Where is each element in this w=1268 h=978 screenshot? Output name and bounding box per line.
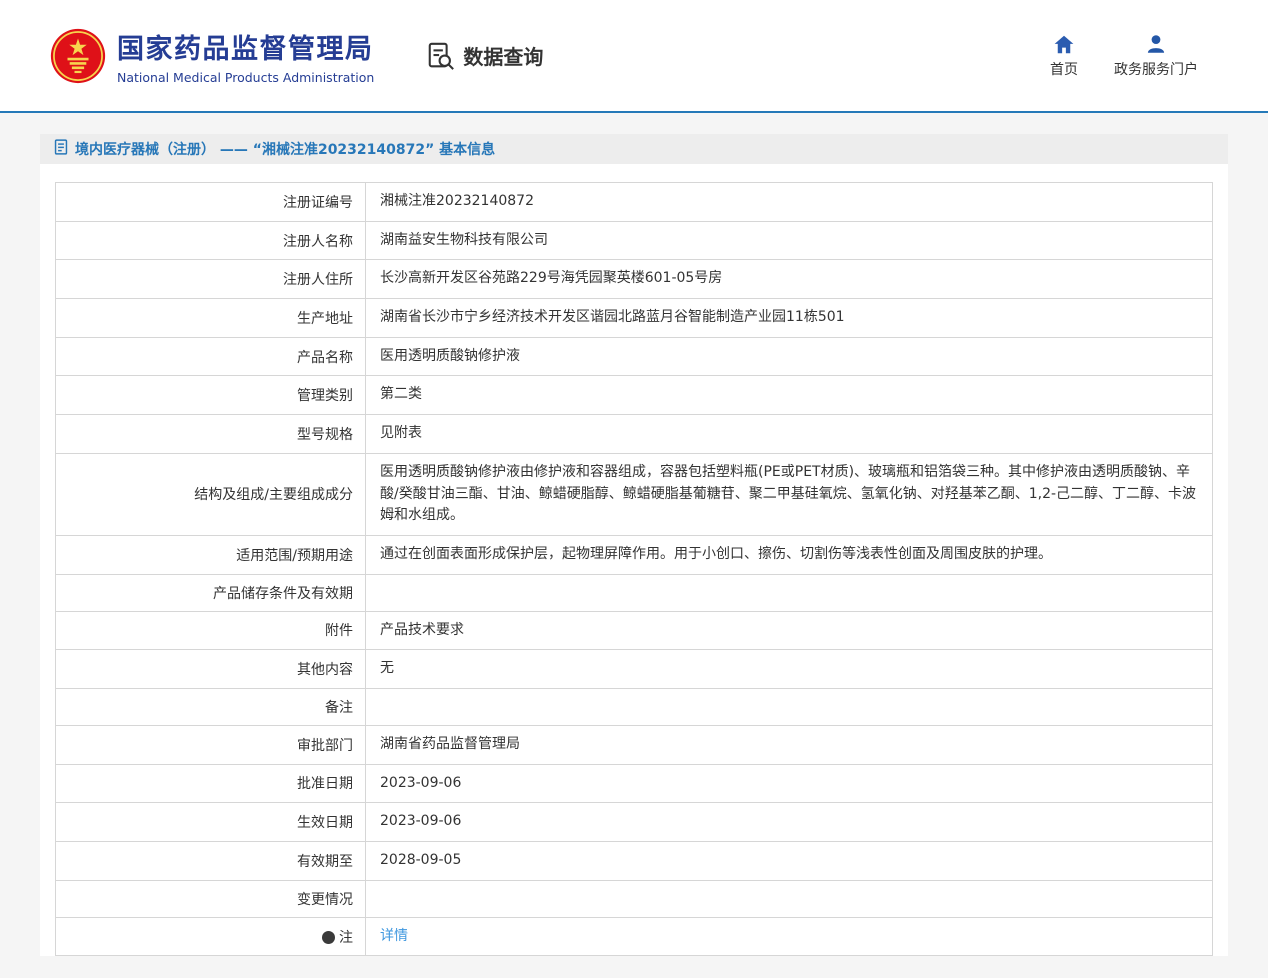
row-value: 详情 — [365, 916, 1213, 957]
row-value: 医用透明质酸钠修护液 — [365, 336, 1213, 377]
info-table-body: 注册证编号 湘械注准20232140872 注册人名称 湖南益安生物科技有限公司… — [55, 182, 1213, 957]
main-content: 境内医疗器械（注册） —— “湘械注准20232140872” 基本信息 注册证… — [0, 134, 1268, 957]
table-row: 结构及组成/主要组成成分 医用透明质酸钠修护液由修护液和容器组成，容器包括塑料瓶… — [55, 452, 1213, 536]
home-icon — [1054, 32, 1074, 54]
row-label: 备注 — [55, 687, 366, 726]
row-label: 结构及组成/主要组成成分 — [55, 452, 366, 536]
user-icon — [1146, 32, 1166, 54]
row-label: 有效期至 — [55, 841, 366, 881]
row-label: 产品储存条件及有效期 — [55, 573, 366, 612]
table-row: 批准日期 2023-09-06 — [55, 763, 1213, 804]
table-row: 注册人名称 湖南益安生物科技有限公司 — [55, 220, 1213, 261]
org-name-en: National Medical Products Administration — [117, 69, 375, 85]
table-row: 适用范围/预期用途 通过在创面表面形成保护层，起物理屏障作用。用于小创口、擦伤、… — [55, 534, 1213, 575]
data-query-section: 数据查询 — [426, 41, 543, 71]
table-row: 变更情况 — [55, 879, 1213, 918]
registration-info-table: 注册证编号 湘械注准20232140872 注册人名称 湖南益安生物科技有限公司… — [55, 182, 1213, 957]
row-label: 注 — [55, 916, 366, 957]
row-value: 湖南省长沙市宁乡经济技术开发区谐园北路蓝月谷智能制造产业园11栋501 — [365, 298, 1213, 338]
row-value: 湘械注准20232140872 — [365, 182, 1213, 222]
table-row: 管理类别 第二类 — [55, 375, 1213, 416]
page-title: 境内医疗器械（注册） —— “湘械注准20232140872” 基本信息 — [75, 142, 496, 158]
brand: 国家药品监督管理局 National Medical Products Admi… — [50, 27, 374, 85]
table-row: 其他内容 无 — [55, 649, 1213, 689]
table-row: 产品名称 医用透明质酸钠修护液 — [55, 336, 1213, 377]
table-row: 注册证编号 湘械注准20232140872 — [55, 182, 1213, 222]
row-label: 管理类别 — [55, 375, 366, 416]
table-row: 备注 — [55, 687, 1213, 726]
row-value: 2028-09-05 — [365, 841, 1213, 881]
row-label: 适用范围/预期用途 — [55, 534, 366, 575]
nav-portal-label: 政务服务门户 — [1114, 62, 1198, 78]
row-label: 型号规格 — [55, 414, 366, 454]
row-label: 其他内容 — [55, 649, 366, 689]
row-value — [365, 687, 1213, 726]
data-query-icon — [426, 41, 456, 71]
row-label: 生产地址 — [55, 298, 366, 338]
table-row: 有效期至 2028-09-05 — [55, 841, 1213, 881]
row-label: 产品名称 — [55, 336, 366, 377]
data-query-label: 数据查询 — [463, 45, 544, 69]
note-icon — [322, 930, 335, 944]
row-value: 湖南省药品监督管理局 — [365, 724, 1213, 765]
nav-home[interactable]: 首页 — [1050, 32, 1078, 79]
row-value: 湖南益安生物科技有限公司 — [365, 220, 1213, 261]
table-row: 产品储存条件及有效期 — [55, 573, 1213, 612]
table-row: 生效日期 2023-09-06 — [55, 802, 1213, 842]
row-label: 审批部门 — [55, 724, 366, 765]
row-label: 注册人住所 — [55, 259, 366, 300]
nav-portal[interactable]: 政务服务门户 — [1114, 32, 1198, 79]
org-name-cn: 国家药品监督管理局 — [117, 33, 374, 65]
row-value: 见附表 — [365, 414, 1213, 454]
table-row: 注册人住所 长沙高新开发区谷苑路229号海凭园聚英楼601-05号房 — [55, 259, 1213, 300]
national-emblem-logo — [50, 28, 106, 84]
table-row: 审批部门 湖南省药品监督管理局 — [55, 724, 1213, 765]
row-label: 注册人名称 — [55, 220, 366, 261]
row-label: 附件 — [55, 610, 366, 651]
row-label: 注册证编号 — [55, 182, 366, 222]
document-icon — [54, 139, 68, 159]
row-value: 产品技术要求 — [365, 610, 1213, 651]
row-label: 生效日期 — [55, 802, 366, 842]
site-header: 国家药品监督管理局 National Medical Products Admi… — [0, 0, 1268, 113]
row-value: 无 — [365, 649, 1213, 689]
detail-link[interactable]: 详情 — [380, 928, 408, 944]
row-label: 批准日期 — [55, 763, 366, 804]
table-row: 型号规格 见附表 — [55, 414, 1213, 454]
row-value: 第二类 — [365, 375, 1213, 416]
top-nav: 首页 政务服务门户 — [1050, 32, 1198, 79]
page-title-bar: 境内医疗器械（注册） —— “湘械注准20232140872” 基本信息 — [40, 134, 1228, 164]
row-value — [365, 879, 1213, 918]
brand-text: 国家药品监督管理局 National Medical Products Admi… — [117, 27, 374, 85]
row-value: 2023-09-06 — [365, 802, 1213, 842]
row-value: 长沙高新开发区谷苑路229号海凭园聚英楼601-05号房 — [365, 259, 1213, 300]
info-card: 境内医疗器械（注册） —— “湘械注准20232140872” 基本信息 注册证… — [40, 134, 1228, 957]
row-label: 变更情况 — [55, 879, 366, 918]
row-value: 2023-09-06 — [365, 763, 1213, 804]
table-row: 生产地址 湖南省长沙市宁乡经济技术开发区谐园北路蓝月谷智能制造产业园11栋501 — [55, 298, 1213, 338]
table-row: 注 详情 — [55, 916, 1213, 957]
row-value — [365, 573, 1213, 612]
nav-home-label: 首页 — [1050, 62, 1078, 78]
row-value: 通过在创面表面形成保护层，起物理屏障作用。用于小创口、擦伤、切割伤等浅表性创面及… — [365, 534, 1213, 575]
row-value: 医用透明质酸钠修护液由修护液和容器组成，容器包括塑料瓶(PE或PET材质)、玻璃… — [365, 452, 1213, 536]
table-row: 附件 产品技术要求 — [55, 610, 1213, 651]
